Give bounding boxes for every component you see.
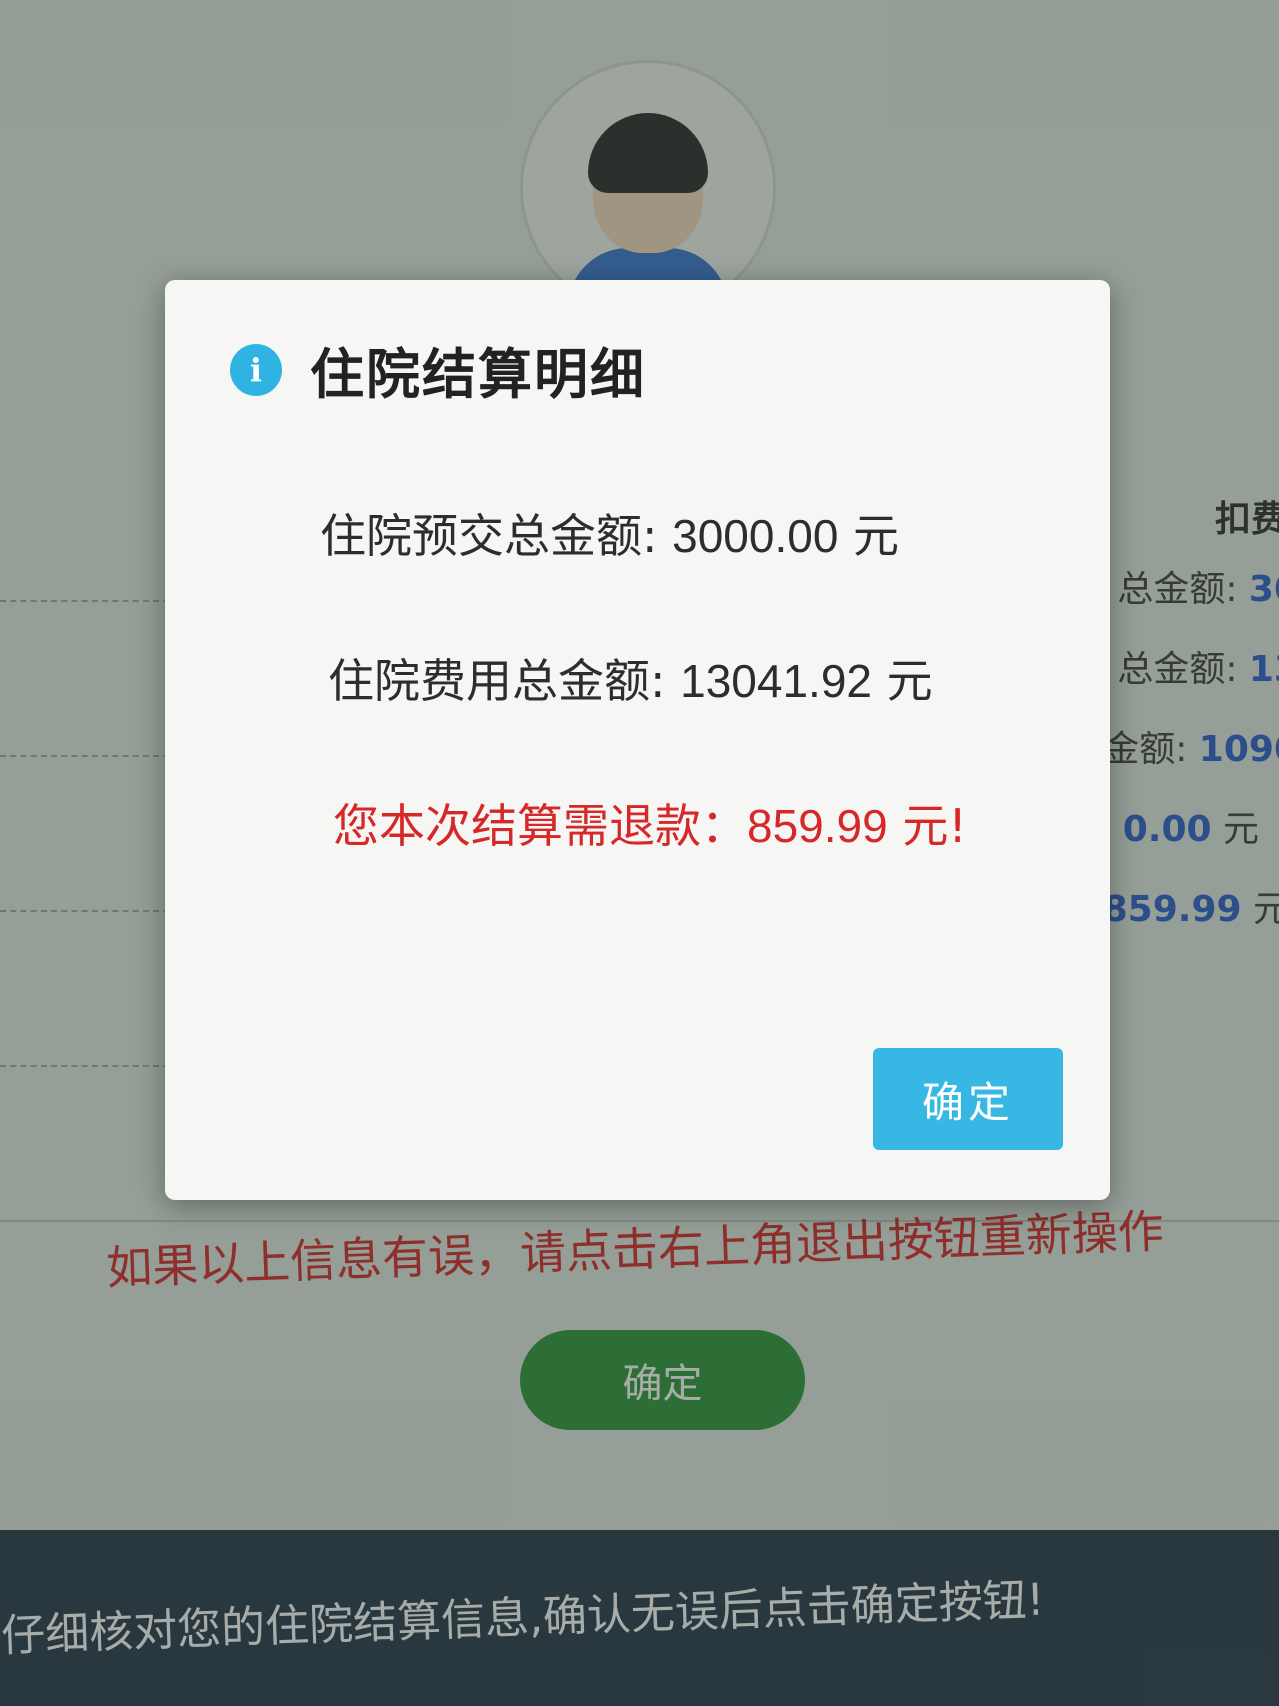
cost-unit: 元: [872, 654, 933, 708]
refund-line: 您本次结算需退款：859.99 元!: [333, 790, 967, 856]
cost-label: 住院费用总金额:: [328, 654, 681, 708]
dialog-title: 住院结算明细: [310, 343, 646, 406]
dialog-header: i 住院结算明细: [230, 330, 646, 409]
deposit-label: 住院预交总金额:: [320, 509, 673, 563]
dialog-ok-button[interactable]: 确定: [873, 1048, 1063, 1150]
settlement-dialog: i 住院结算明细 住院预交总金额: 3000.00 元 住院费用总金额: 130…: [165, 280, 1110, 1200]
deposit-amount: 3000.00: [672, 510, 839, 562]
cost-line: 住院费用总金额: 13041.92 元: [328, 645, 933, 711]
refund-unit: 元!: [887, 799, 967, 853]
info-icon: i: [230, 343, 282, 396]
refund-amount: 859.99: [747, 800, 888, 852]
refund-label: 您本次结算需退款：: [333, 799, 747, 853]
deposit-unit: 元: [838, 509, 900, 563]
cost-amount: 13041.92: [680, 655, 872, 707]
deposit-line: 住院预交总金额: 3000.00 元: [320, 500, 899, 566]
